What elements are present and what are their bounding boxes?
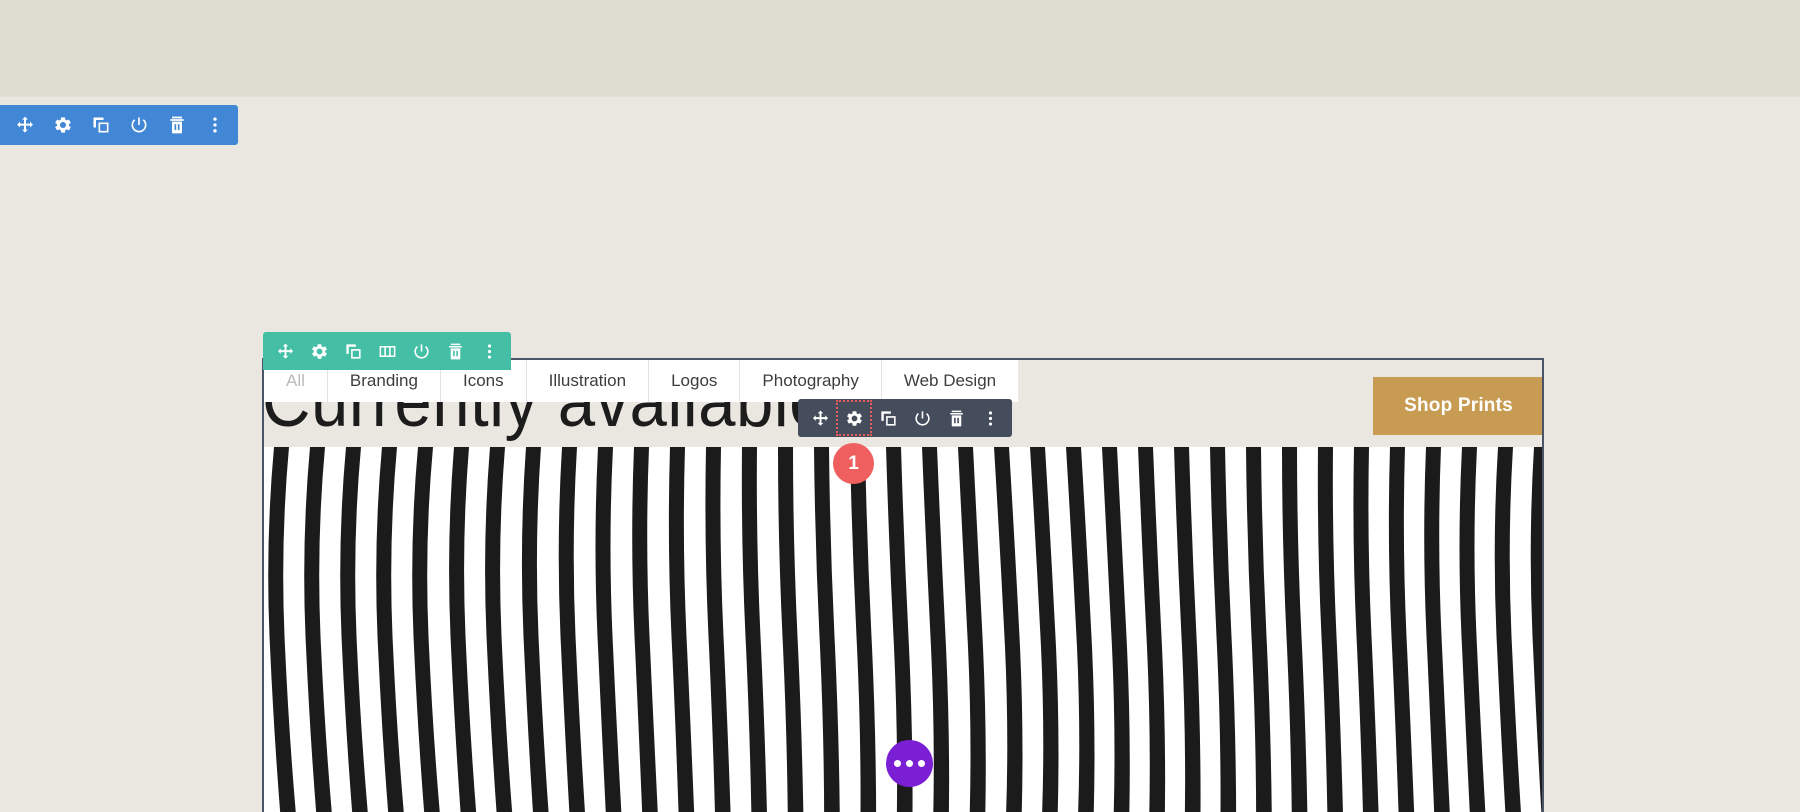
power-icon[interactable]	[128, 114, 150, 136]
section-toolbar-blue[interactable]	[0, 105, 238, 145]
kebab-menu-icon[interactable]	[479, 341, 499, 361]
filter-tab-illustration[interactable]: Illustration	[526, 360, 650, 402]
kebab-menu-icon[interactable]	[980, 408, 1000, 428]
gear-icon[interactable]	[309, 341, 329, 361]
status-badge[interactable]: 1	[833, 443, 874, 484]
ellipsis-dot	[918, 760, 925, 767]
move-icon[interactable]	[14, 114, 36, 136]
ellipsis-icon[interactable]	[886, 740, 933, 787]
trash-icon[interactable]	[166, 114, 188, 136]
move-icon[interactable]	[275, 341, 295, 361]
kebab-menu-icon[interactable]	[204, 114, 226, 136]
duplicate-icon[interactable]	[878, 408, 898, 428]
duplicate-icon[interactable]	[90, 114, 112, 136]
move-icon[interactable]	[810, 408, 830, 428]
ellipsis-dot	[894, 760, 901, 767]
hero-row: Currently available Shop Prints	[0, 180, 1800, 442]
filter-tab-web-design[interactable]: Web Design	[881, 360, 1019, 402]
page-top-band	[0, 0, 1800, 97]
module-toolbar-dark[interactable]	[798, 399, 1012, 437]
columns-icon[interactable]	[377, 341, 397, 361]
row-toolbar-green[interactable]	[263, 332, 511, 370]
ellipsis-dot	[906, 760, 913, 767]
filter-tab-photography[interactable]: Photography	[740, 360, 882, 402]
trash-icon[interactable]	[946, 408, 966, 428]
gear-icon[interactable]	[836, 400, 872, 436]
gear-icon[interactable]	[52, 114, 74, 136]
filter-tab-logos[interactable]: Logos	[649, 360, 741, 402]
trash-icon[interactable]	[445, 341, 465, 361]
duplicate-icon[interactable]	[343, 341, 363, 361]
power-icon[interactable]	[411, 341, 431, 361]
power-icon[interactable]	[912, 408, 932, 428]
